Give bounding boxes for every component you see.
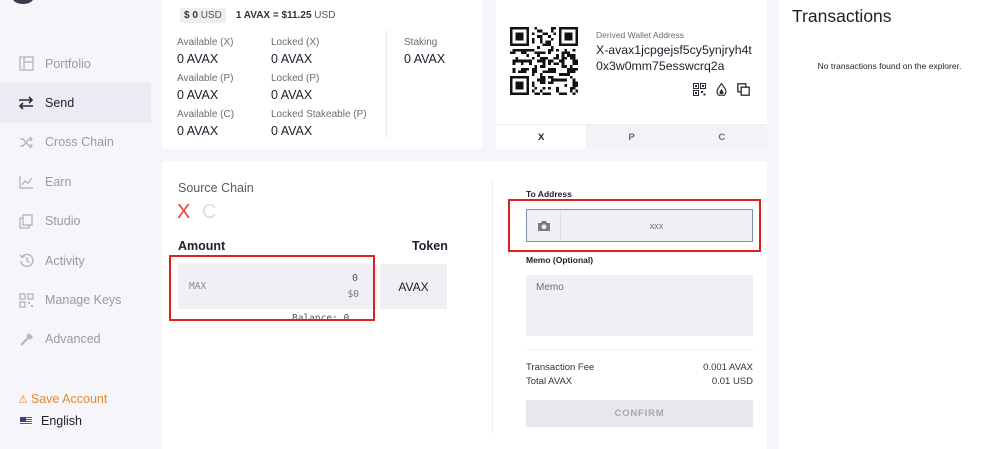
sidebar-item-label: Portfolio [45, 56, 91, 71]
available-x-value: 0 AVAX [177, 52, 219, 66]
divider [492, 179, 493, 434]
activity-icon [17, 252, 35, 270]
warning-icon: ⚠ [18, 393, 28, 406]
sidebar-item-activity[interactable]: Activity [0, 241, 151, 280]
language-label: English [41, 414, 82, 428]
portfolio-icon [17, 55, 35, 73]
sidebar-item-earn[interactable]: Earn [0, 162, 151, 201]
rate-value: $11.25 [281, 10, 312, 21]
max-button[interactable]: MAX [189, 281, 206, 292]
amount-value: 0 [351, 273, 358, 284]
sidebar-item-studio[interactable]: Studio [0, 202, 151, 241]
chain-tabs: X P C [496, 124, 767, 149]
to-address-input[interactable] [561, 210, 752, 241]
fee-value: 0.001 AVAX [703, 362, 753, 373]
cross-chain-icon [17, 133, 35, 151]
available-p-value: 0 AVAX [177, 88, 219, 102]
token-selector[interactable]: AVAX [380, 264, 447, 309]
sidebar-item-label: Activity [45, 253, 85, 268]
sidebar-item-portfolio[interactable]: Portfolio [0, 44, 151, 83]
send-form-card: Source Chain X C Amount Token MAX 0 $0 A… [162, 161, 767, 449]
fee-label: Transaction Fee [526, 362, 595, 373]
source-chain-c-option[interactable]: C [202, 201, 216, 224]
total-value: 0.01 USD [711, 376, 753, 387]
wallet-card: Derived Wallet Address X-avax1jcpgejsf5c… [496, 0, 767, 149]
staking-label: Staking [404, 37, 438, 48]
sidebar-item-label: Send [45, 96, 75, 111]
amount-input[interactable]: MAX 0 $0 [178, 264, 377, 309]
tab-x[interactable]: X [496, 125, 587, 149]
usd-balance-value: $ 0 [184, 10, 198, 21]
total-label: Total AVAX [526, 376, 573, 387]
locked-stakeable-label: Locked Stakeable (P) [271, 109, 367, 120]
usd-summary: $ 0 USD 1 AVAX = $11.25 USD [180, 8, 335, 23]
available-x-label: Available (X) [177, 37, 234, 48]
copy-icon[interactable] [736, 82, 750, 96]
sidebar-item-advanced[interactable]: Advanced [0, 320, 151, 359]
token-label: Token [412, 239, 448, 253]
qr-code-icon[interactable] [692, 82, 706, 96]
confirm-button[interactable]: CONFIRM [526, 400, 753, 427]
save-account-link[interactable]: ⚠ Save Account [18, 392, 107, 406]
advanced-icon [17, 330, 35, 348]
balance-card: $ 0 USD 1 AVAX = $11.25 USD Available (X… [162, 0, 483, 149]
camera-icon[interactable] [527, 210, 561, 241]
wallet-address: X-avax1jcpgejsf5cy5ynjryh4t0x3w0mm75essw… [596, 43, 752, 73]
to-address-field [526, 209, 753, 242]
source-chain-label: Source Chain [178, 181, 254, 195]
locked-p-value: 0 AVAX [271, 88, 313, 102]
us-flag-icon [20, 417, 32, 425]
logo [12, 0, 34, 4]
locked-x-label: Locked (X) [271, 37, 320, 48]
locked-x-value: 0 AVAX [271, 52, 313, 66]
rate-unit: USD [311, 10, 336, 21]
sidebar-nav: Portfolio Send Cross Chain Earn Studio A… [0, 44, 151, 359]
save-account-label: Save Account [30, 392, 108, 406]
available-c-label: Available (C) [177, 109, 235, 120]
amount-usd-value: $0 [347, 289, 359, 300]
source-chain-x-option[interactable]: X [177, 201, 190, 224]
sidebar-item-label: Manage Keys [45, 293, 122, 308]
rate-prefix: 1 AVAX = [235, 10, 282, 21]
sidebar-item-send[interactable]: Send [0, 83, 151, 123]
locked-stakeable-value: 0 AVAX [271, 124, 313, 138]
sidebar-item-label: Advanced [45, 332, 101, 347]
sidebar-item-cross-chain[interactable]: Cross Chain [0, 123, 151, 162]
sidebar-item-label: Earn [45, 174, 72, 189]
address-qr-code [510, 27, 578, 95]
tab-p[interactable]: P [586, 125, 677, 149]
to-address-label: To Address [526, 189, 572, 199]
wallet-actions [692, 82, 750, 96]
sidebar-item-label: Cross Chain [45, 135, 114, 150]
staking-value: 0 AVAX [404, 52, 446, 66]
divider [526, 349, 753, 350]
sidebar-item-label: Studio [45, 214, 81, 229]
fee-row: Transaction Fee 0.001 AVAX [526, 362, 753, 373]
sidebar: Portfolio Send Cross Chain Earn Studio A… [0, 0, 151, 449]
available-p-label: Available (P) [177, 73, 234, 84]
transactions-empty-message: No transactions found on the explorer. [817, 61, 962, 71]
total-row: Total AVAX 0.01 USD [526, 376, 753, 387]
usd-balance-badge: $ 0 USD [180, 8, 226, 23]
send-icon [17, 94, 35, 112]
transactions-panel: Transactions No transactions found on th… [779, 0, 1000, 449]
studio-icon [17, 212, 35, 230]
memo-label: Memo (Optional) [526, 255, 594, 265]
language-selector[interactable]: English [20, 414, 82, 428]
wallet-address-label: Derived Wallet Address [596, 30, 685, 40]
usd-balance-unit: USD [200, 10, 222, 21]
locked-p-label: Locked (P) [271, 73, 320, 84]
earn-icon [17, 173, 35, 191]
manage-keys-icon [17, 291, 35, 309]
memo-input[interactable] [526, 275, 753, 336]
sidebar-item-manage-keys[interactable]: Manage Keys [0, 280, 151, 319]
available-c-value: 0 AVAX [177, 124, 219, 138]
amount-label: Amount [178, 239, 226, 253]
balance-text: Balance: 0 [292, 313, 350, 324]
ledger-drop-icon[interactable] [714, 82, 728, 96]
transactions-title: Transactions [792, 6, 892, 26]
exchange-rate: 1 AVAX = $11.25 USD [236, 10, 336, 21]
tab-c[interactable]: C [676, 125, 767, 149]
divider [386, 30, 387, 138]
